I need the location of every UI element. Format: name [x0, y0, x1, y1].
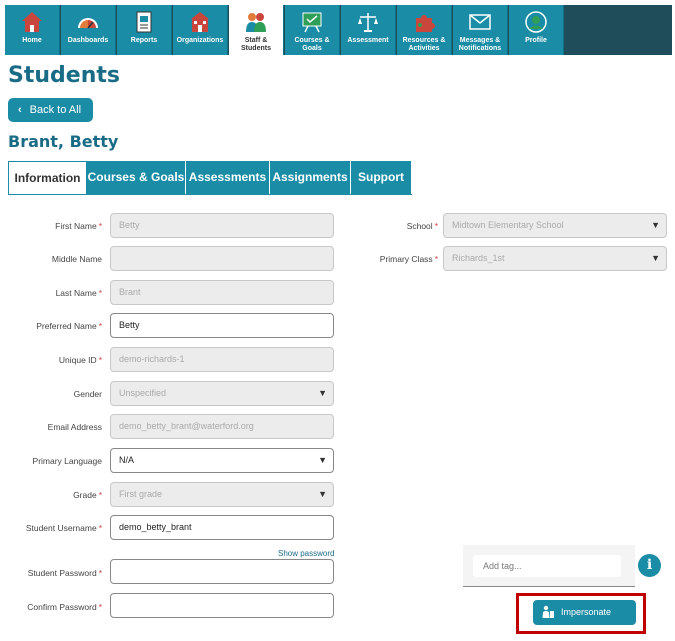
primary-language-select[interactable]: N/A ▼	[110, 448, 334, 473]
student-name-heading: Brant, Betty	[8, 132, 119, 151]
confirm-password-input[interactable]	[110, 593, 334, 618]
grade-label: Grade *	[73, 490, 102, 500]
dropdown-arrow-icon: ▼	[318, 388, 327, 398]
info-icon[interactable]: i	[638, 554, 661, 577]
confirm-password-label: Confirm Password *	[27, 602, 102, 612]
primary-class-label: Primary Class *	[379, 254, 438, 264]
nav-label: Messages & Notifications	[458, 37, 502, 52]
back-label: Back to All	[29, 104, 82, 116]
nav-label: Assessment	[347, 37, 389, 44]
student-password-label: Student Password *	[27, 568, 102, 578]
nav-staff-students[interactable]: Staff & Students	[229, 5, 284, 55]
dropdown-arrow-icon: ▼	[318, 455, 327, 465]
people-icon	[246, 13, 266, 32]
show-password-link[interactable]: Show password	[278, 549, 334, 558]
middle-name-field	[110, 246, 334, 271]
nav-courses-goals[interactable]: Courses & Goals	[285, 5, 340, 55]
middle-name-label: Middle Name	[51, 254, 102, 264]
impersonate-button[interactable]: Impersonate	[533, 600, 636, 625]
email-label: Email Address	[47, 422, 102, 432]
nav-profile[interactable]: Profile	[509, 5, 564, 55]
page-title: Students	[8, 63, 120, 88]
nav-label: Home	[22, 37, 42, 44]
tab-underline	[8, 194, 412, 195]
impersonate-icon	[542, 605, 554, 618]
report-icon	[136, 11, 152, 33]
student-username-input[interactable]: demo_betty_brant	[110, 515, 334, 540]
home-icon	[22, 12, 42, 32]
last-name-field: Brant	[110, 280, 334, 305]
nav-label: Reports	[130, 37, 158, 44]
nav-organizations[interactable]: Organizations	[173, 5, 228, 55]
dropdown-arrow-icon: ▼	[651, 220, 660, 230]
primary-class-select: Richards_1st ▼	[443, 246, 667, 271]
dropdown-arrow-icon: ▼	[318, 489, 327, 499]
gender-label: Gender	[73, 389, 102, 399]
add-tag-input[interactable]: Add tag...	[473, 555, 621, 577]
nav-home[interactable]: Home	[5, 5, 60, 55]
back-to-all-button[interactable]: ‹ Back to All	[8, 98, 93, 122]
school-label: School *	[406, 221, 438, 231]
tab-support[interactable]: Support	[351, 161, 412, 195]
preferred-name-label: Preferred Name *	[36, 321, 102, 331]
nav-messages-notifications[interactable]: Messages & Notifications	[453, 5, 508, 55]
nav-label: Staff & Students	[241, 37, 271, 52]
scales-icon	[358, 13, 378, 32]
profile-icon	[525, 11, 547, 33]
first-name-field: Betty	[110, 213, 334, 238]
tab-assessments[interactable]: Assessments	[186, 161, 270, 195]
unique-id-field: demo-richards-1	[110, 347, 334, 372]
top-navigation: Home Dashboards Reports Organizations St…	[5, 5, 672, 55]
gender-select: Unspecified ▼	[110, 381, 334, 406]
gauge-icon	[78, 18, 98, 29]
tag-panel: Add tag...	[463, 545, 635, 587]
nav-label: Organizations	[176, 37, 224, 44]
nav-label: Resources & Activities	[402, 37, 446, 52]
last-name-label: Last Name *	[55, 288, 102, 298]
school-select: Midtown Elementary School ▼	[443, 213, 667, 238]
school-building-icon	[191, 12, 209, 32]
envelope-icon	[469, 14, 491, 30]
nav-dashboards[interactable]: Dashboards	[61, 5, 116, 55]
preferred-name-input[interactable]: Betty	[110, 313, 334, 338]
nav-reports[interactable]: Reports	[117, 5, 172, 55]
tab-courses-goals[interactable]: Courses & Goals	[87, 161, 186, 195]
student-username-label: Student Username *	[25, 523, 102, 533]
nav-assessment[interactable]: Assessment	[341, 5, 396, 55]
email-field: demo_betty_brant@waterford.org	[110, 414, 334, 439]
puzzle-icon	[416, 15, 435, 32]
dropdown-arrow-icon: ▼	[651, 253, 660, 263]
primary-language-label: Primary Language	[32, 456, 102, 466]
nav-label: Courses & Goals	[294, 37, 330, 52]
grade-select: First grade ▼	[110, 482, 334, 507]
first-name-label: First Name *	[55, 221, 102, 231]
goal-board-icon	[302, 12, 322, 33]
tab-assignments[interactable]: Assignments	[270, 161, 351, 195]
nav-label: Profile	[525, 37, 547, 44]
nav-resources-activities[interactable]: Resources & Activities	[397, 5, 452, 55]
unique-id-label: Unique ID *	[58, 355, 102, 365]
tab-information[interactable]: Information	[8, 161, 87, 195]
chevron-left-icon: ‹	[18, 104, 22, 116]
student-password-input[interactable]	[110, 559, 334, 584]
impersonate-label: Impersonate	[561, 607, 612, 617]
nav-label: Dashboards	[67, 37, 109, 44]
